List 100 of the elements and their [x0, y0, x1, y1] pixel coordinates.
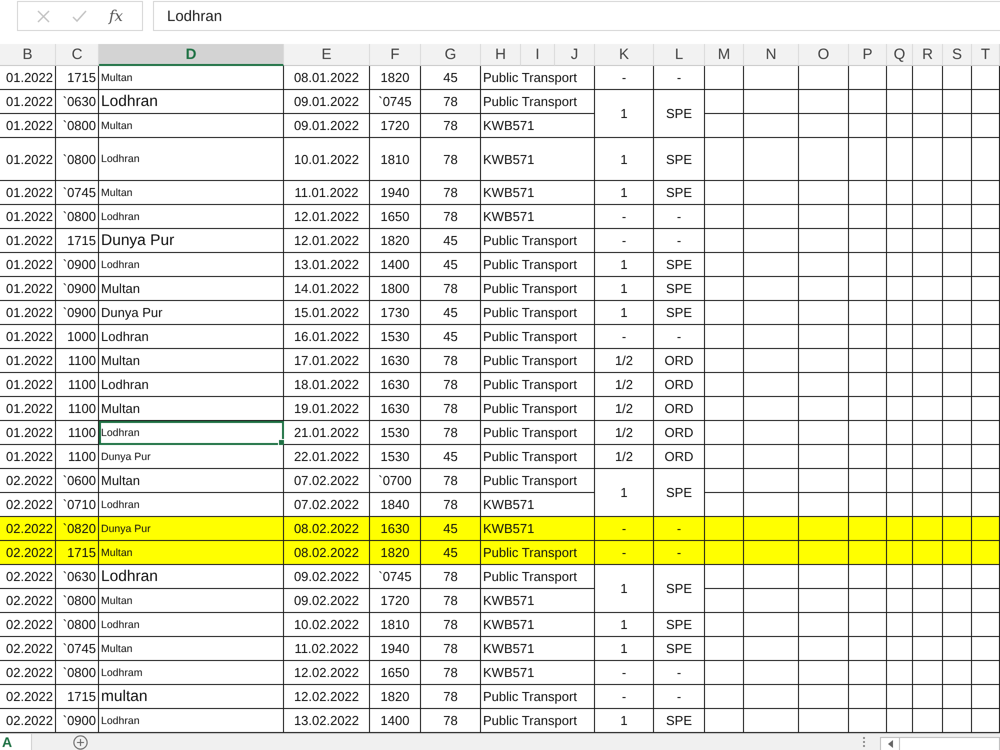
table-cell: 1100 [56, 397, 99, 421]
table-cell: 1100 [56, 421, 99, 445]
check-icon[interactable] [72, 10, 87, 22]
table-cell: 01.2022 [0, 325, 56, 349]
table-cell: Multan [99, 277, 284, 301]
table-cell: `0800 [56, 114, 99, 138]
table-cell: Multan [99, 589, 284, 613]
table-cell: - [654, 325, 705, 349]
table-cell: 78 [421, 685, 481, 709]
table-cell: 45 [421, 541, 481, 565]
table-cell: 78 [421, 205, 481, 229]
table-cell: 1630 [370, 397, 421, 421]
column-header[interactable]: K [595, 44, 654, 66]
table-cell: Public Transport [481, 445, 595, 469]
splitter-handle-icon[interactable] [862, 736, 866, 748]
column-header[interactable]: Q [887, 44, 913, 66]
horizontal-scrollbar[interactable] [880, 737, 1000, 750]
table-cell: SPE [654, 277, 705, 301]
table-cell: 14.01.2022 [284, 277, 370, 301]
table-cell: 45 [421, 66, 481, 90]
scroll-left-icon[interactable] [888, 740, 892, 748]
column-header[interactable]: G [421, 44, 481, 66]
table-cell: - [595, 517, 654, 541]
column-header[interactable]: M [705, 44, 744, 66]
insert-function-button[interactable]: fx [108, 7, 123, 25]
column-header[interactable]: R [913, 44, 943, 66]
table-cell: 1 [595, 181, 654, 205]
column-header[interactable]: D [99, 44, 284, 66]
table-cell: `0630 [56, 565, 99, 589]
column-header[interactable]: J [555, 44, 595, 66]
column-header[interactable]: I [521, 44, 555, 66]
table-cell: 01.2022 [0, 253, 56, 277]
column-header[interactable]: N [744, 44, 799, 66]
column-header[interactable]: C [56, 44, 99, 66]
column-header[interactable]: T [972, 44, 1000, 66]
table-cell: 12.01.2022 [284, 205, 370, 229]
table-cell: 1100 [56, 373, 99, 397]
column-header[interactable]: S [943, 44, 972, 66]
table-cell: 01.2022 [0, 421, 56, 445]
table-cell: `0745 [370, 90, 421, 114]
table-cell: 1715 [56, 541, 99, 565]
table-cell: Multan [99, 349, 284, 373]
table-cell: `0800 [56, 589, 99, 613]
table-cell: - [654, 661, 705, 685]
table-cell: 1100 [56, 349, 99, 373]
table-cell: 10.01.2022 [284, 138, 370, 181]
column-header[interactable]: O [799, 44, 849, 66]
table-cell: 1820 [370, 66, 421, 90]
table-cell: 1720 [370, 114, 421, 138]
table-cell: 1820 [370, 685, 421, 709]
table-cell: 01.2022 [0, 90, 56, 114]
table-cell: 02.2022 [0, 709, 56, 733]
table-cell: 15.01.2022 [284, 301, 370, 325]
table-cell: 17.01.2022 [284, 349, 370, 373]
table-cell: 1840 [370, 493, 421, 517]
table-cell: KWB571 [481, 661, 595, 685]
table-cell: Public Transport [481, 685, 595, 709]
table-cell: 02.2022 [0, 661, 56, 685]
table-cell: Multan [99, 181, 284, 205]
table-cell: - [654, 66, 705, 90]
formula-input[interactable]: Lodhran [153, 1, 1000, 31]
table-cell: 1810 [370, 138, 421, 181]
table-cell: multan [99, 685, 284, 709]
table-cell: SPE [654, 469, 705, 517]
column-header[interactable]: B [0, 44, 56, 66]
table-cell: 07.02.2022 [284, 469, 370, 493]
column-header[interactable]: P [849, 44, 887, 66]
table-cell: Public Transport [481, 373, 595, 397]
table-cell: 1715 [56, 66, 99, 90]
table-cell: 11.02.2022 [284, 637, 370, 661]
table-cell: 09.02.2022 [284, 589, 370, 613]
table-cell: KWB571 [481, 637, 595, 661]
table-cell: Public Transport [481, 565, 595, 589]
table-cell: ORD [654, 421, 705, 445]
table-cell: 02.2022 [0, 469, 56, 493]
table-cell: 1730 [370, 301, 421, 325]
table-cell: SPE [654, 181, 705, 205]
add-sheet-icon[interactable] [72, 734, 89, 750]
table-cell: 78 [421, 469, 481, 493]
table-cell: ORD [654, 397, 705, 421]
table-cell: 01.2022 [0, 181, 56, 205]
table-cell: Multan [99, 637, 284, 661]
column-header[interactable]: H [481, 44, 521, 66]
column-header[interactable]: F [370, 44, 421, 66]
table-cell: 02.2022 [0, 517, 56, 541]
table-cell: SPE [654, 90, 705, 138]
table-cell: - [595, 661, 654, 685]
table-cell: Lodhran [99, 373, 284, 397]
sheet-tab[interactable]: A [0, 734, 31, 750]
table-cell: 45 [421, 301, 481, 325]
table-cell: 1 [595, 277, 654, 301]
column-header[interactable]: E [284, 44, 370, 66]
table-cell: KWB571 [481, 205, 595, 229]
table-cell: Dunya Pur [99, 301, 284, 325]
table-cell: Public Transport [481, 325, 595, 349]
table-cell: Lodhram [99, 661, 284, 685]
table-cell: Dunya Pur [99, 517, 284, 541]
table-cell: 78 [421, 661, 481, 685]
table-cell: 02.2022 [0, 637, 56, 661]
column-header[interactable]: L [654, 44, 705, 66]
